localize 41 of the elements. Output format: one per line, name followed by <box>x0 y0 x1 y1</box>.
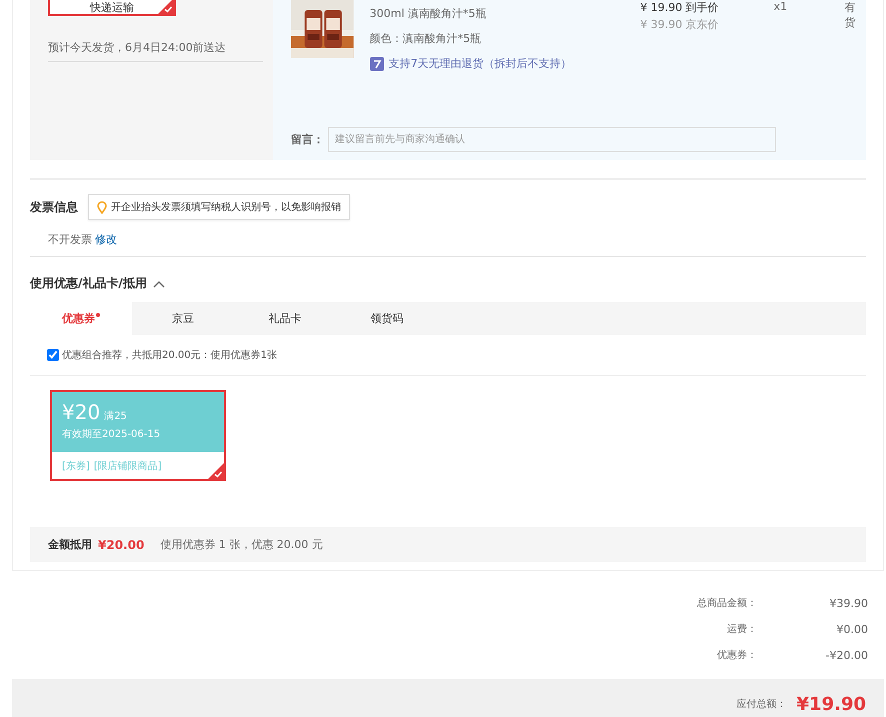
coupon-tag: [东券] <box>62 459 90 473</box>
payable-amount: ¥19.90 <box>796 694 866 714</box>
recommend-label: 优惠组合推荐，共抵用20.00元：使用优惠券1张 <box>62 348 277 362</box>
quantity: x1 <box>774 0 788 15</box>
stock-status: 有货 <box>844 0 856 31</box>
summary-detail: 使用优惠券 1 张，优惠 20.00 元 <box>160 537 323 552</box>
discount-tab[interactable]: 京豆 <box>132 302 234 335</box>
invoice-tip-text: 开企业抬头发票须填写纳税人识别号，以免影响报销 <box>111 200 341 214</box>
list-price: ¥ 39.90 京东价 <box>640 17 720 32</box>
message-label: 留言： <box>291 132 324 147</box>
discount-tab[interactable]: 领货码 <box>336 302 438 335</box>
invoice-title: 发票信息 <box>30 198 78 216</box>
payable-label: 应付总额： <box>736 698 787 711</box>
recommend-checkbox[interactable] <box>47 349 59 361</box>
total-value: ¥39.90 <box>828 596 868 610</box>
delivery-estimate: 预计今天发货，6月4日24:00前送达 <box>48 40 263 62</box>
summary-label: 金额抵用 <box>48 537 92 552</box>
total-label: 运费： <box>726 622 757 636</box>
edit-invoice-link[interactable]: 修改 <box>95 232 117 247</box>
coupon-condition: 满25 <box>104 411 127 422</box>
summary-amount: ¥20.00 <box>98 538 144 552</box>
coupon-amount: ¥20 <box>62 400 100 424</box>
discount-tab[interactable]: 礼品卡 <box>234 302 336 335</box>
deal-price: ¥ 19.90 到手价 <box>640 0 720 15</box>
discounts-title: 使用优惠/礼品卡/抵用 <box>30 275 147 292</box>
total-label: 总商品金额： <box>696 596 757 610</box>
invoice-status: 不开发票 <box>48 232 92 247</box>
chevron-up-icon[interactable] <box>152 280 165 288</box>
discount-tab[interactable]: 优惠券 <box>30 302 132 335</box>
product-spec: 颜色：滇南酸角汁*5瓶 <box>370 31 482 46</box>
return-policy: 支持7天无理由退货（拆封后不支持） <box>388 56 572 71</box>
return-policy-icon <box>370 56 384 70</box>
product-title: 300ml 滇南酸角汁*5瓶 <box>370 6 488 21</box>
message-field[interactable]: 建议留言前先与商家沟通确认 <box>328 127 776 152</box>
total-value: -¥20.00 <box>824 648 868 662</box>
total-value: ¥0.00 <box>836 622 868 636</box>
coupon-tag: [限店铺限商品] <box>94 459 162 473</box>
coupon-validity: 有效期至2025-06-15 <box>62 428 160 441</box>
location-pin-icon <box>97 200 107 214</box>
total-label: 优惠券： <box>716 648 757 662</box>
shipping-method-option[interactable]: 快递运输 <box>48 0 176 16</box>
